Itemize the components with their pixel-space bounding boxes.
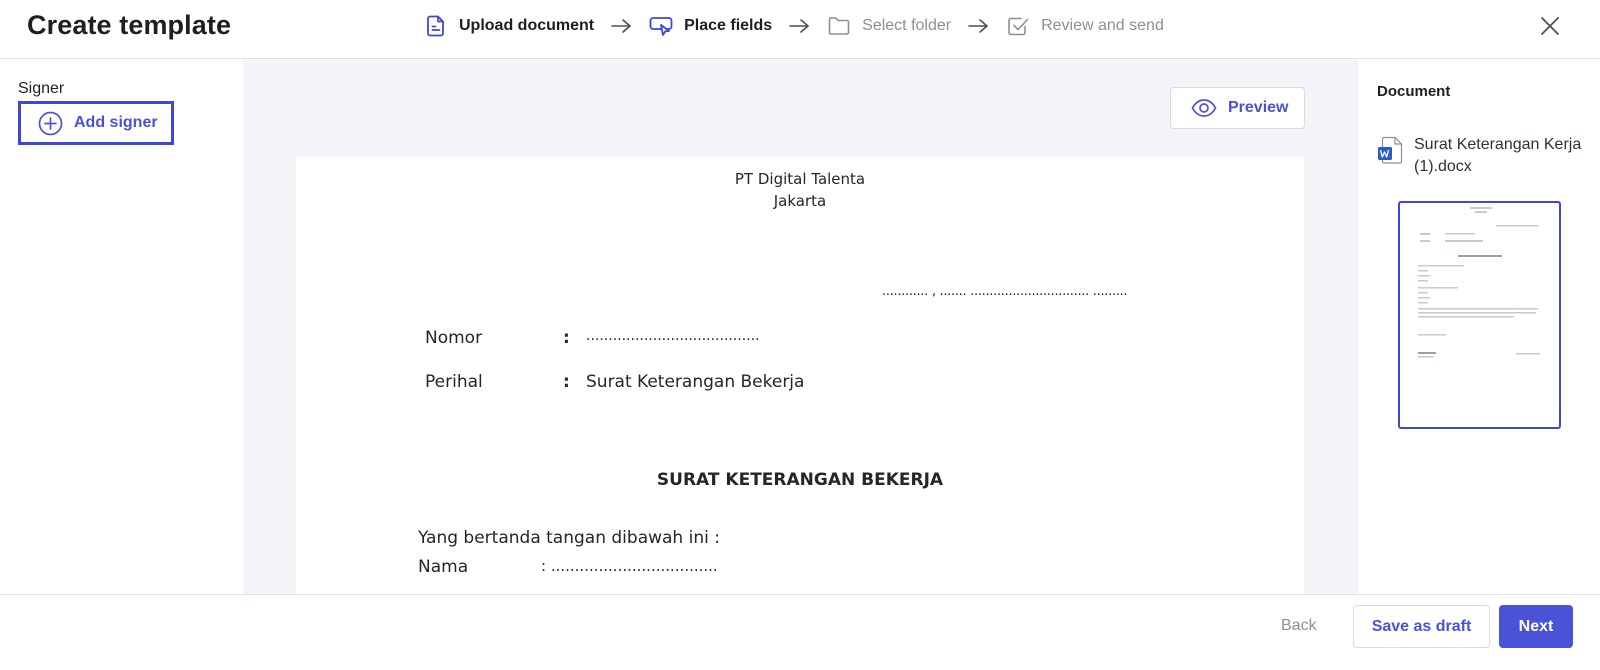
step-select-folder[interactable]: Select folder [827,14,951,38]
step-review-and-send[interactable]: Review and send [1006,14,1164,38]
close-icon[interactable] [1538,14,1562,38]
doc-date-line: ............ , ....... .................… [882,284,1128,299]
arrow-right-icon [610,18,632,34]
plus-circle-icon [38,111,63,136]
doc-intro: Yang bertanda tangan dibawah ini : [418,528,720,548]
step-upload-document[interactable]: Upload document [424,14,594,38]
doc-city: Jakarta [773,192,827,210]
page-title: Create template [27,10,232,40]
step-place-fields[interactable]: Place fields [649,14,772,38]
doc-field-label: Nomor [425,328,483,348]
save-as-draft-button[interactable]: Save as draft [1353,605,1490,648]
step-label: Upload document [459,17,595,34]
checkbox-icon [1006,14,1030,38]
eye-icon [1191,98,1217,118]
doc-field-value: ....................................... [586,328,760,344]
stepper: Upload document Place fields Select fold… [424,12,1164,40]
footer: Back Save as draft Next [0,594,1600,670]
doc-field-value: Surat Keterangan Bekerja [586,372,805,392]
arrow-right-icon [788,18,810,34]
doc-heading: SURAT KETERANGAN BEKERJA [656,470,944,490]
doc-company: PT Digital Talenta [734,170,866,188]
place-fields-icon [649,14,673,38]
preview-label: Preview [1228,99,1289,116]
step-label: Review and send [1041,17,1164,34]
document-canvas[interactable]: Preview PT Digital Talenta Jakarta .....… [243,60,1357,594]
doc-nama-value: : ................................... [541,557,718,575]
arrow-right-icon [967,18,989,34]
document-file-item[interactable]: Surat Keterangan Kerja (1).docx [1377,134,1596,178]
next-button[interactable]: Next [1499,605,1573,648]
folder-icon [827,14,851,38]
document-page[interactable]: PT Digital Talenta Jakarta ............ … [296,157,1304,594]
doc-nama-label: Nama [418,557,469,577]
word-file-icon [1377,136,1404,164]
document-panel: Document Surat Keterangan Kerja (1).docx [1357,60,1600,594]
doc-field-label: Perihal [425,372,483,392]
preview-button[interactable]: Preview [1170,87,1305,129]
signer-label: Signer [18,80,65,97]
back-button[interactable]: Back [1281,617,1317,635]
step-label: Place fields [684,17,773,34]
add-signer-label: Add signer [74,114,158,131]
step-label: Select folder [862,17,952,34]
document-file-name: Surat Keterangan Kerja (1).docx [1414,136,1582,175]
doc-field-colon: : [563,372,570,392]
signer-panel: Signer Add signer [0,60,243,594]
document-thumbnail[interactable] [1398,201,1561,429]
add-signer-button[interactable]: Add signer [18,101,174,145]
document-heading: Document [1377,83,1451,100]
header: Create template Upload document Place fi… [0,0,1600,59]
document-icon [424,14,448,38]
doc-field-colon: : [563,328,570,348]
